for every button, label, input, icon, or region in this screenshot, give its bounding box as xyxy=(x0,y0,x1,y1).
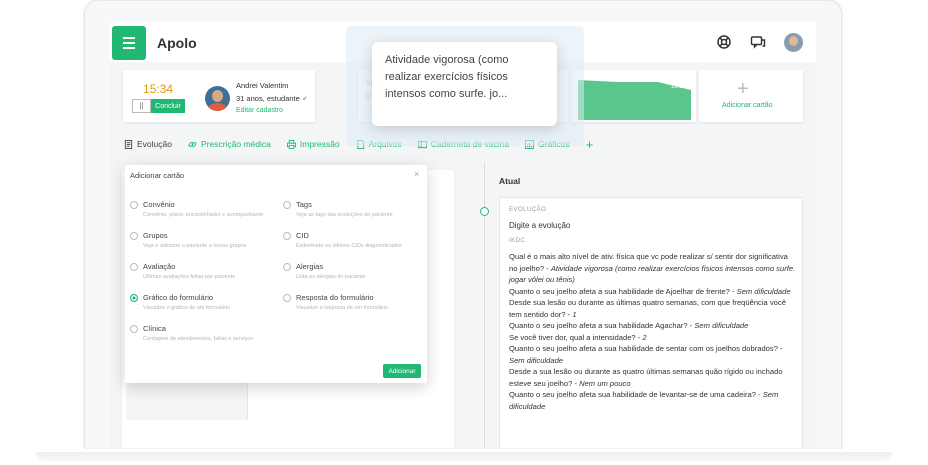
app-title: Apolo xyxy=(157,35,197,51)
patient-age: 31 anos, estudante ♂ xyxy=(236,94,308,103)
tab-prescricao[interactable]: Prescrição médica xyxy=(188,139,271,149)
printer-icon xyxy=(286,139,296,149)
option-description: Veja as tags das evoluções do paciente xyxy=(296,212,393,218)
chart-tick-label: 31.07 xyxy=(582,74,598,80)
timeline-line xyxy=(484,162,485,448)
radio-button[interactable] xyxy=(130,325,138,333)
option-description: Visualize o gráfico de um formulário xyxy=(143,305,231,311)
radio-button[interactable] xyxy=(283,232,291,240)
question-text: Desde a sua lesão ou durante as quatro ú… xyxy=(509,367,783,388)
form-answers: Qual é o mais alto nível de ativ. física… xyxy=(509,251,797,412)
option-description: Contagem de atendimentos, faltas e servi… xyxy=(143,336,254,342)
tab-label: Evolução xyxy=(137,139,172,149)
hamburger-menu-button[interactable] xyxy=(112,26,146,60)
finish-button[interactable]: Concluir xyxy=(151,99,185,113)
qa-item: Quanto o seu joelho afeta sua habilidade… xyxy=(509,390,779,411)
option-label: Avaliação xyxy=(143,262,176,271)
tab-impressao[interactable]: Impressão xyxy=(286,139,340,149)
chart-tick-label: 26.08 xyxy=(610,76,626,82)
answer-tooltip: Atividade vigorosa (como realizar exercí… xyxy=(372,42,557,126)
patient-name: Andrei Valentim xyxy=(236,81,289,90)
answer-text: Sem dificuldade xyxy=(736,286,791,296)
qa-item: Desde a sua lesão ou durante as quatro ú… xyxy=(509,367,783,388)
user-avatar[interactable] xyxy=(784,33,803,52)
option-label: Grupos xyxy=(143,231,168,240)
option-label: Clínica xyxy=(143,324,166,333)
question-text: Desde sua lesão ou durante as últimas qu… xyxy=(509,298,786,319)
option-description: Exibe/mete os últimos CIDs diagnosticado… xyxy=(296,243,402,249)
option-label: Alergias xyxy=(296,262,324,271)
option-description: Convênio, plano, encaminhador e acompanh… xyxy=(143,212,264,218)
laptop-base xyxy=(36,452,892,462)
radio-button-selected[interactable] xyxy=(130,294,138,302)
option-description: Visualize a resposta de um formulário xyxy=(296,305,388,311)
radio-button[interactable] xyxy=(283,294,291,302)
evolution-input[interactable]: Digite a evolução xyxy=(509,221,570,230)
chat-icon[interactable] xyxy=(750,34,766,50)
app-screen: Apolo 15:34 || Concluir Andrei Valentim … xyxy=(110,22,816,448)
option-description: Últimas avaliações feitas por paciente xyxy=(143,274,236,280)
edit-profile-link[interactable]: Editar cadastro xyxy=(236,107,283,114)
qa-item: Qual é o mais alto nível de ativ. física… xyxy=(509,252,796,285)
answer-text: Nem um pouco xyxy=(579,378,631,388)
hamburger-icon-line xyxy=(123,42,135,44)
question-text: Se você tiver dor, qual a intensidade? xyxy=(509,332,636,342)
option-label: Gráfico do formulário xyxy=(143,293,214,302)
option-label: Tags xyxy=(296,200,312,209)
document-icon xyxy=(124,139,133,149)
radio-button[interactable] xyxy=(130,201,138,209)
answer-text: 1 xyxy=(572,309,577,319)
qa-item: Quanto o seu joelho afeta a sua habilida… xyxy=(509,344,783,365)
evolution-section-label: EVOLUÇÃO xyxy=(509,207,547,213)
chart-tick-label: 12.10 xyxy=(671,84,687,90)
add-card-tile[interactable] xyxy=(699,70,803,122)
tab-label: Impressão xyxy=(299,139,340,149)
add-button[interactable]: Adicionar xyxy=(383,364,421,378)
hamburger-icon xyxy=(123,37,135,39)
hamburger-icon-line xyxy=(123,47,135,49)
radio-button[interactable] xyxy=(283,263,291,271)
link-icon xyxy=(188,141,197,147)
option-description: Lista as alergias do paciente xyxy=(296,274,366,280)
patient-avatar xyxy=(205,86,230,111)
pause-button[interactable]: || xyxy=(132,99,151,113)
lifebuoy-icon[interactable] xyxy=(716,34,732,50)
answer-text: 2 xyxy=(642,332,647,342)
qa-item: Se você tiver dor, qual a intensidade? -… xyxy=(509,332,647,342)
modal-title: Adicionar cartão xyxy=(130,171,185,180)
question-text: Quanto o seu joelho afeta a sua habilida… xyxy=(509,344,778,353)
question-text: Quanto o seu joelho afeta a sua habilida… xyxy=(509,321,688,330)
answer-text: Sem dificuldade xyxy=(509,355,564,365)
radio-button[interactable] xyxy=(130,232,138,240)
option-label: CID xyxy=(296,231,309,240)
question-text: Quanto o seu joelho afeta sua habilidade… xyxy=(509,390,756,399)
add-tab-button[interactable]: + xyxy=(586,137,594,152)
answer-text: Atividade vigorosa (como realizar exercí… xyxy=(509,263,796,285)
qa-item: Desde sua lesão ou durante as últimas qu… xyxy=(509,298,786,319)
close-icon[interactable]: × xyxy=(414,169,419,179)
add-card-modal: Adicionar cartão × Convênio Convênio, pl… xyxy=(125,165,427,383)
session-timer: 15:34 xyxy=(143,82,174,96)
qa-item: Quanto o seu joelho afeta a sua habilida… xyxy=(509,286,791,296)
answer-text: Sem dificuldade xyxy=(694,321,749,330)
tab-label: Prescrição médica xyxy=(200,139,271,149)
option-label: Convênio xyxy=(143,200,175,209)
timeline-dot xyxy=(480,207,489,216)
evolution-card: EVOLUÇÃO Digite a evolução IKDC Qual é o… xyxy=(499,197,803,448)
question-text: Quanto o seu joelho afeta a sua habilida… xyxy=(509,286,730,296)
add-card-label[interactable]: Adicionar cartão xyxy=(722,102,773,109)
qa-item: Quanto o seu joelho afeta a sua habilida… xyxy=(509,321,749,330)
option-label: Resposta do formulário xyxy=(296,293,374,302)
tab-evolucao[interactable]: Evolução xyxy=(124,139,172,149)
current-label: Atual xyxy=(499,176,521,186)
form-label: IKDC xyxy=(509,238,526,244)
radio-button[interactable] xyxy=(283,201,291,209)
plus-icon[interactable]: + xyxy=(737,78,749,101)
radio-button[interactable] xyxy=(130,263,138,271)
option-description: Veja e adicione o paciente a novos grupo… xyxy=(143,243,247,249)
